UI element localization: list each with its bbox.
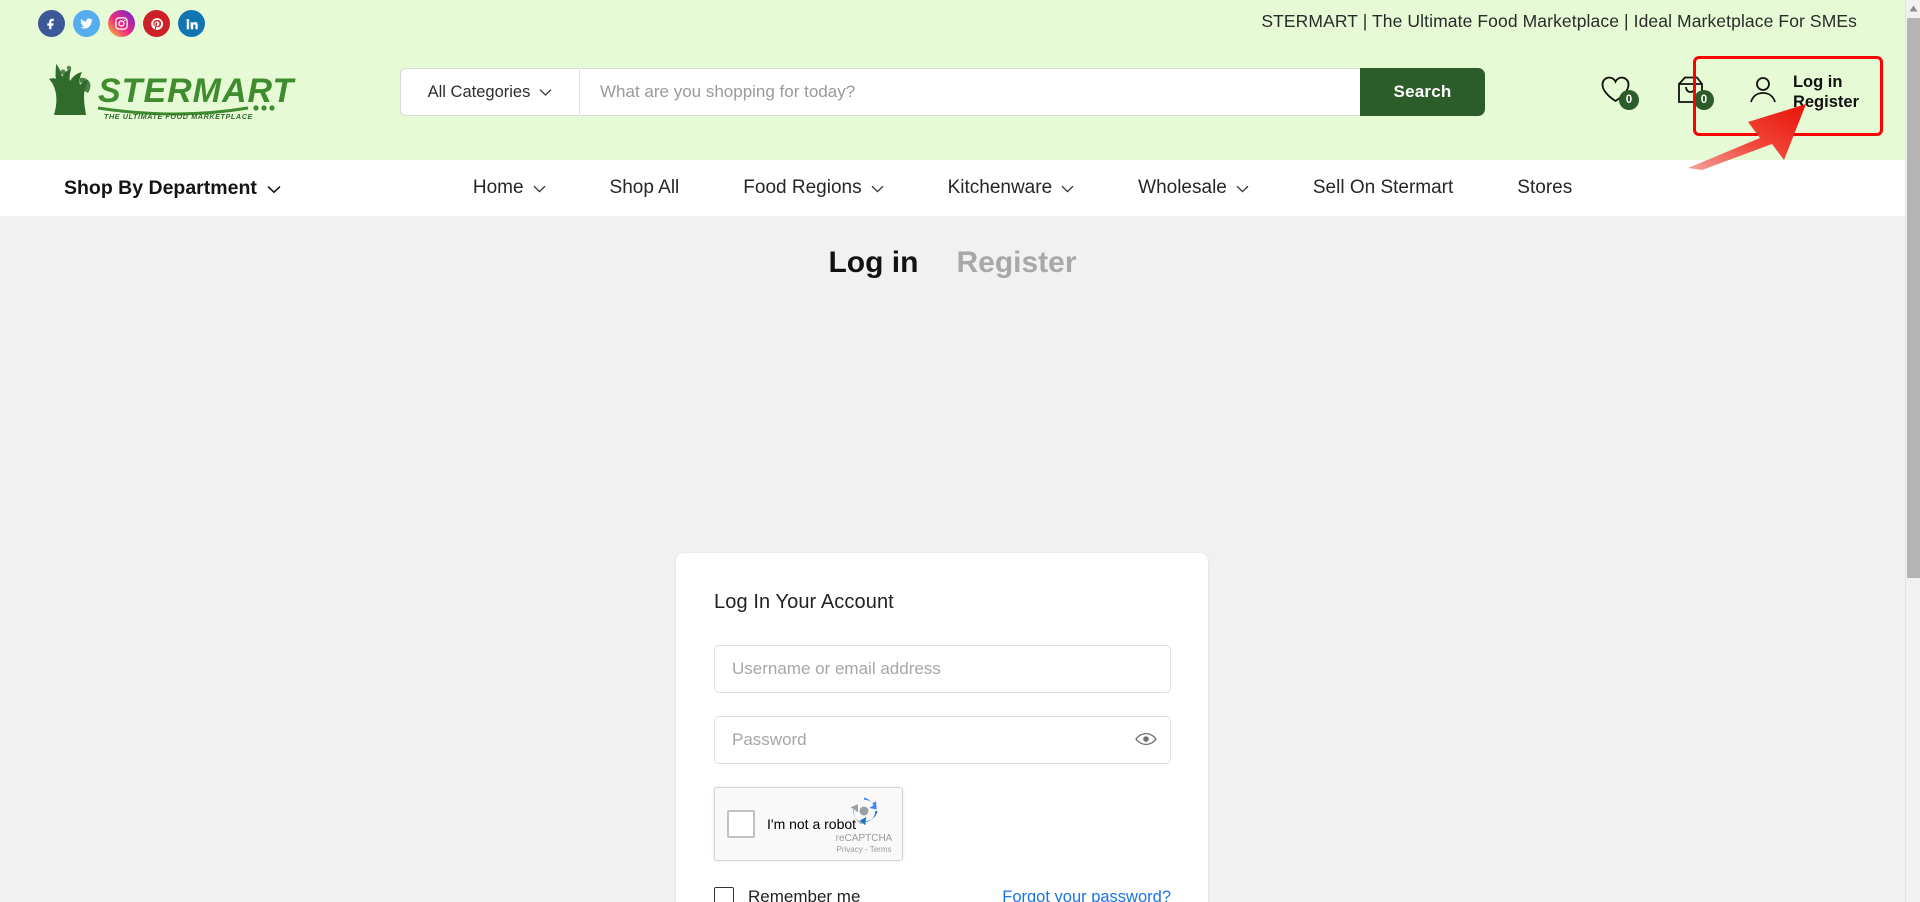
wishlist-button[interactable]: 0	[1578, 62, 1653, 122]
username-input[interactable]	[714, 645, 1171, 693]
category-select[interactable]: All Categories	[400, 68, 580, 116]
recaptcha-icon	[850, 797, 878, 826]
username-field-wrap	[714, 645, 1171, 693]
nav-item-wholesale[interactable]: Wholesale	[1106, 177, 1281, 199]
search-bar: All Categories Search	[400, 68, 1485, 116]
social-links	[38, 10, 205, 37]
main-content: Log in Register Log In Your Account I'	[0, 216, 1905, 902]
chevron-down-icon	[1061, 177, 1074, 199]
category-select-label: All Categories	[427, 82, 531, 101]
forgot-password-link[interactable]: Forgot your password?	[1002, 888, 1171, 902]
nav-item-kitchenware[interactable]: Kitchenware	[916, 177, 1107, 199]
remember-me-checkbox[interactable]	[714, 887, 734, 902]
recaptcha-widget[interactable]: I'm not a robot reCAPTCHA Privacy - Term…	[714, 787, 903, 861]
site-header: STERMART | The Ultimate Food Marketplace…	[0, 0, 1905, 160]
nav-item-label: Shop All	[609, 177, 680, 198]
facebook-icon[interactable]	[38, 10, 65, 37]
nav-item-label: Sell On Stermart	[1312, 177, 1454, 198]
password-field-wrap	[714, 716, 1171, 764]
shop-by-department-button[interactable]: Shop By Department	[64, 177, 281, 200]
chevron-down-icon	[267, 177, 281, 200]
wishlist-count-badge: 0	[1618, 90, 1639, 110]
page-root: STERMART | The Ultimate Food Marketplace…	[0, 0, 1920, 902]
recaptcha-checkbox[interactable]	[727, 810, 755, 838]
login-label: Log in	[1792, 72, 1843, 91]
password-input[interactable]	[714, 716, 1171, 764]
toggle-password-visibility-icon[interactable]	[1135, 729, 1157, 751]
remember-row: Remember me Forgot your password?	[714, 887, 1171, 902]
chevron-down-icon	[871, 177, 884, 199]
nav-item-label: Wholesale	[1138, 177, 1227, 198]
scrollbar-thumb[interactable]	[1907, 18, 1920, 578]
account-login-register-button[interactable]: Log in Register	[1728, 58, 1881, 126]
nav-item-label: Kitchenware	[947, 177, 1053, 198]
chevron-down-icon	[1236, 177, 1249, 199]
tab-login[interactable]: Log in	[828, 246, 918, 280]
nav-item-food-regions[interactable]: Food Regions	[711, 177, 915, 199]
chevron-down-icon	[539, 83, 552, 102]
pinterest-icon[interactable]	[143, 10, 170, 37]
nav-items: Home Shop All Food Regions Kitchenware W…	[441, 177, 1604, 199]
twitter-icon[interactable]	[73, 10, 100, 37]
recaptcha-brand-name: reCAPTCHA	[835, 833, 893, 844]
register-label: Register	[1792, 93, 1859, 111]
user-icon	[1746, 73, 1780, 112]
linkedin-icon[interactable]	[178, 10, 205, 37]
tab-register[interactable]: Register	[956, 246, 1076, 280]
svg-text:STERMART: STERMART	[98, 72, 296, 110]
main-navigation: Shop By Department Home Shop All Food Re…	[0, 160, 1905, 216]
nav-item-shop-all[interactable]: Shop All	[578, 177, 712, 199]
svg-text:THE ULTIMATE FOOD MARKETPLACE: THE ULTIMATE FOOD MARKETPLACE	[104, 112, 253, 121]
cart-button[interactable]: 0	[1653, 62, 1728, 122]
recaptcha-legal[interactable]: Privacy - Terms	[835, 845, 893, 854]
nav-item-home[interactable]: Home	[441, 177, 578, 199]
account-labels: Log in Register	[1793, 72, 1859, 112]
page-scrollbar[interactable]	[1905, 0, 1920, 902]
cart-count-badge: 0	[1693, 90, 1714, 110]
recaptcha-brand: reCAPTCHA Privacy - Terms	[835, 796, 893, 854]
nav-item-label: Stores	[1517, 177, 1573, 198]
search-input[interactable]	[580, 68, 1360, 116]
login-card-title: Log In Your Account	[714, 591, 894, 613]
scrollbar-up-arrow-icon[interactable]	[1906, 0, 1920, 16]
nav-item-label: Food Regions	[743, 177, 862, 198]
site-logo[interactable]: STERMART THE ULTIMATE FOOD MARKETPLACE	[36, 58, 296, 122]
auth-tabs: Log in Register	[0, 216, 1905, 280]
chevron-down-icon	[533, 177, 546, 199]
browser-viewport: STERMART | The Ultimate Food Marketplace…	[0, 0, 1905, 902]
header-actions: 0 0 Log in Register	[1578, 62, 1881, 122]
instagram-icon[interactable]	[108, 10, 135, 37]
remember-me-control[interactable]: Remember me	[714, 887, 860, 902]
header-tagline: STERMART | The Ultimate Food Marketplace…	[1261, 11, 1857, 31]
remember-me-label: Remember me	[748, 887, 861, 902]
nav-item-label: Home	[472, 177, 524, 198]
nav-item-sell-on-stermart[interactable]: Sell On Stermart	[1281, 177, 1485, 199]
nav-item-stores[interactable]: Stores	[1485, 177, 1604, 199]
shop-by-department-label: Shop By Department	[64, 176, 257, 199]
search-button[interactable]: Search	[1360, 68, 1485, 116]
login-card: Log In Your Account I'm not a robot	[676, 553, 1208, 902]
